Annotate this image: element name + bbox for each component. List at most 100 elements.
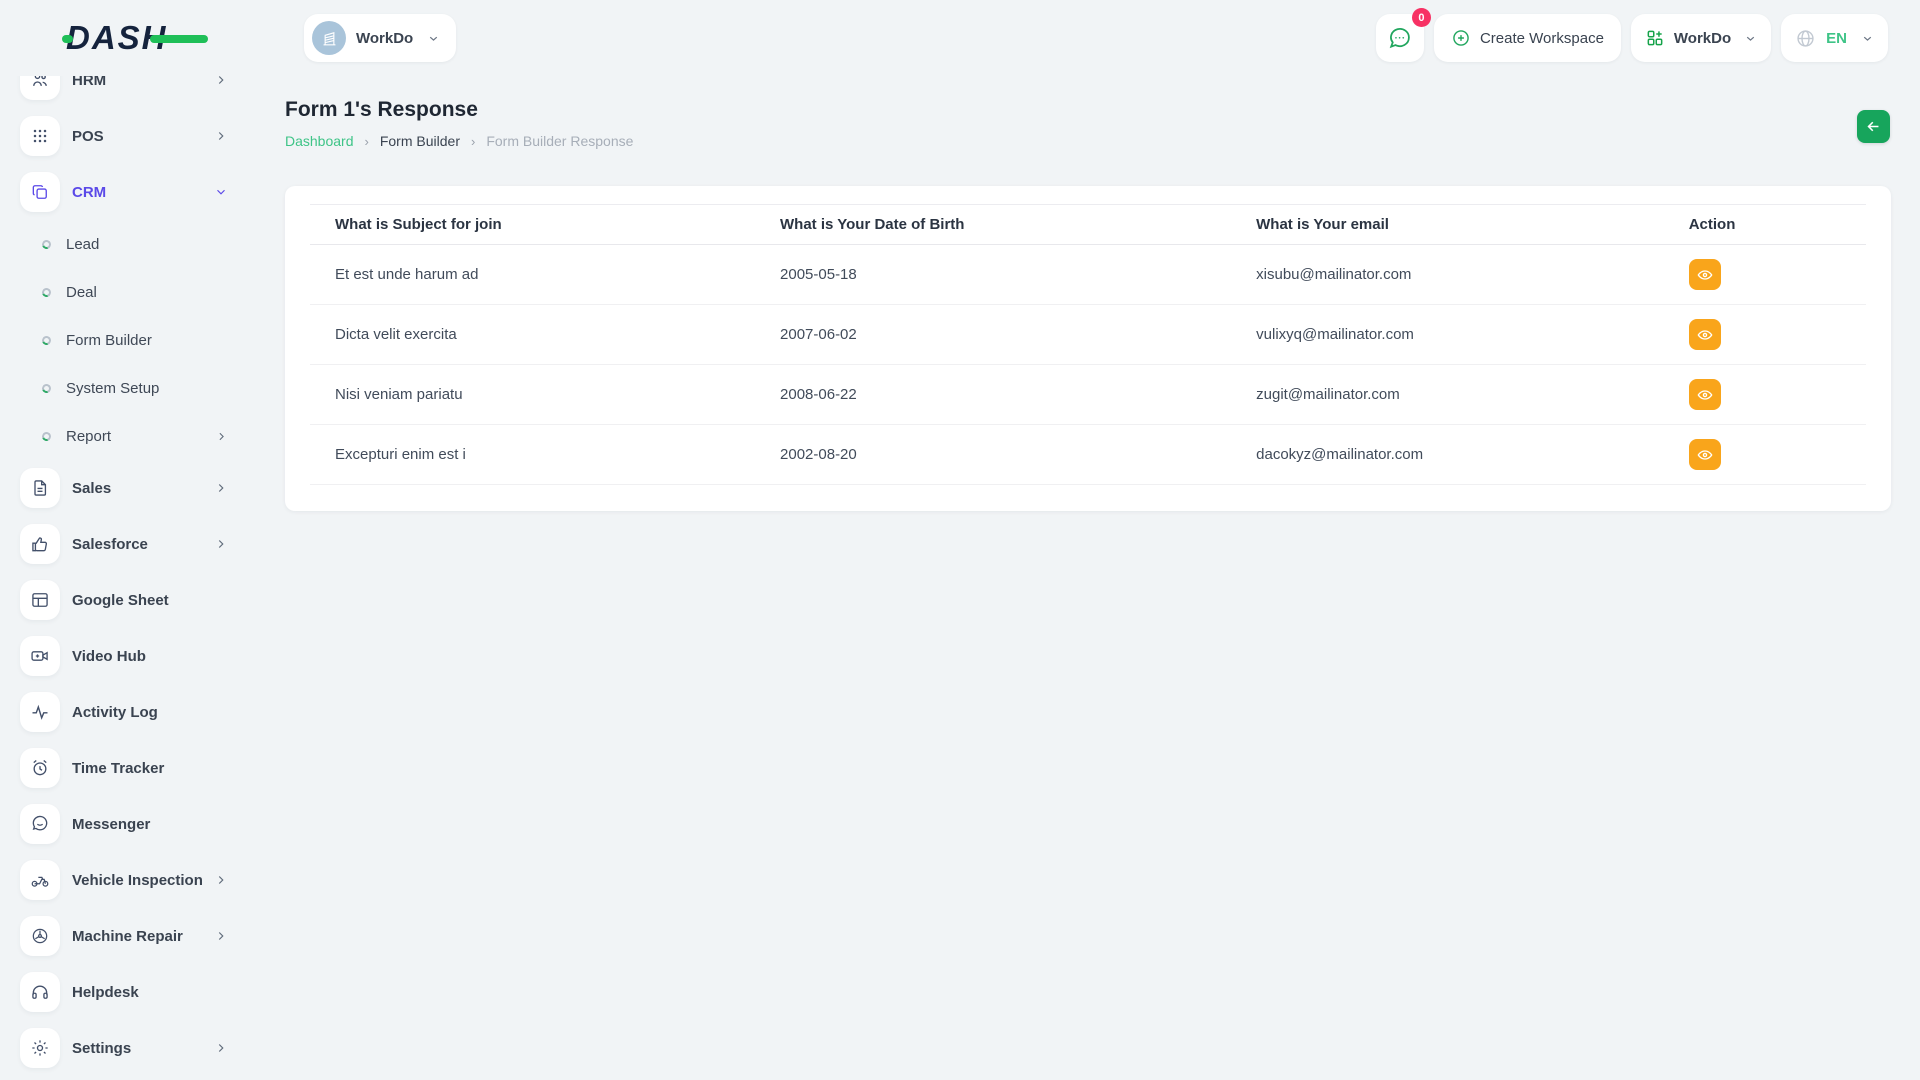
workspace-name: WorkDo (356, 30, 413, 47)
sidebar-item-settings[interactable]: Settings (0, 1020, 248, 1076)
sidebar-item-label: Form Builder (66, 332, 152, 349)
sidebar-item-label: Lead (66, 236, 99, 253)
sidebar-item-vehicle-inspection[interactable]: Vehicle Inspection (0, 852, 248, 908)
breadcrumb-form-builder[interactable]: Form Builder (380, 133, 460, 149)
topbar: DASH WorkDo 0 Create Works (0, 0, 1920, 76)
logo-green-dash (62, 35, 73, 43)
table-row: Nisi veniam pariatu 2008-06-22 zugit@mai… (310, 365, 1866, 425)
messages-count-badge: 0 (1412, 8, 1431, 27)
breadcrumb-dashboard[interactable]: Dashboard (285, 133, 354, 149)
cell-subject: Dicta velit exercita (310, 305, 755, 365)
sidebar-item-machine-repair[interactable]: Machine Repair (0, 908, 248, 964)
language-selector[interactable]: EN (1781, 14, 1888, 62)
sidebar-item-report[interactable]: Report (0, 412, 248, 460)
create-workspace-button[interactable]: Create Workspace (1434, 14, 1621, 62)
sidebar-item-system-setup[interactable]: System Setup (0, 364, 248, 412)
pos-icon (20, 116, 60, 156)
crm-icon (20, 172, 60, 212)
bullet-icon (41, 238, 53, 250)
cell-email: vulixyq@mailinator.com (1231, 305, 1664, 365)
chevron-right-icon (214, 129, 228, 143)
chevron-down-icon (427, 32, 440, 45)
messages-button[interactable]: 0 (1376, 14, 1424, 62)
chevron-right-icon (214, 481, 228, 495)
view-response-button[interactable] (1689, 259, 1721, 290)
headphones-icon (20, 972, 60, 1012)
create-workspace-label: Create Workspace (1480, 30, 1604, 47)
globe-icon (1795, 28, 1816, 49)
eye-icon (1697, 327, 1713, 343)
view-response-button[interactable] (1689, 319, 1721, 350)
fan-icon (20, 916, 60, 956)
video-camera-icon (20, 636, 60, 676)
sidebar-item-label: Video Hub (72, 648, 146, 665)
chevron-right-icon (214, 929, 228, 943)
breadcrumb: Dashboard › Form Builder › Form Builder … (285, 133, 633, 149)
workspace-selector[interactable]: WorkDo (304, 14, 456, 62)
logo-green-bar (150, 35, 208, 43)
spreadsheet-icon (20, 580, 60, 620)
cell-email: dacokyz@mailinator.com (1231, 425, 1664, 485)
back-button[interactable] (1857, 110, 1890, 143)
chevron-right-icon (214, 1041, 228, 1055)
sidebar: HRM POS CRM Lead Deal Fo (0, 52, 248, 1076)
sidebar-item-label: Helpdesk (72, 984, 139, 1001)
thumbs-up-icon (20, 524, 60, 564)
sidebar-item-sales[interactable]: Sales (0, 460, 248, 516)
table-row: Excepturi enim est i 2002-08-20 dacokyz@… (310, 425, 1866, 485)
breadcrumb-separator: › (471, 134, 475, 149)
responses-card: What is Subject for join What is Your Da… (285, 186, 1891, 511)
cell-date-of-birth: 2008-06-22 (755, 365, 1231, 425)
sidebar-item-video-hub[interactable]: Video Hub (0, 628, 248, 684)
cell-email: zugit@mailinator.com (1231, 365, 1664, 425)
bullet-icon (41, 334, 53, 346)
messenger-icon (20, 804, 60, 844)
view-response-button[interactable] (1689, 379, 1721, 410)
workspace-menu-label: WorkDo (1674, 30, 1731, 47)
breadcrumb-separator: › (365, 134, 369, 149)
header-subject: What is Subject for join (310, 205, 755, 245)
sales-icon (20, 468, 60, 508)
sidebar-item-form-builder[interactable]: Form Builder (0, 316, 248, 364)
sidebar-item-label: Activity Log (72, 704, 158, 721)
sidebar-item-messenger[interactable]: Messenger (0, 796, 248, 852)
sidebar-item-activity-log[interactable]: Activity Log (0, 684, 248, 740)
page-title: Form 1's Response (285, 98, 478, 122)
cell-email: xisubu@mailinator.com (1231, 245, 1664, 305)
cell-subject: Excepturi enim est i (310, 425, 755, 485)
app-logo[interactable]: DASH (66, 18, 206, 58)
view-response-button[interactable] (1689, 439, 1721, 470)
workspace-menu[interactable]: WorkDo (1631, 14, 1771, 62)
header-email: What is Your email (1231, 205, 1664, 245)
sidebar-item-deal[interactable]: Deal (0, 268, 248, 316)
cell-subject: Nisi veniam pariatu (310, 365, 755, 425)
building-icon (320, 29, 339, 48)
sidebar-item-label: CRM (72, 184, 106, 201)
responses-table: What is Subject for join What is Your Da… (310, 204, 1866, 485)
sidebar-item-label: Vehicle Inspection (72, 872, 203, 889)
sidebar-item-salesforce[interactable]: Salesforce (0, 516, 248, 572)
cell-date-of-birth: 2002-08-20 (755, 425, 1231, 485)
sidebar-item-google-sheet[interactable]: Google Sheet (0, 572, 248, 628)
arrow-left-icon (1865, 118, 1882, 135)
breadcrumb-current: Form Builder Response (486, 133, 633, 149)
sidebar-item-label: Settings (72, 1040, 131, 1057)
sidebar-item-lead[interactable]: Lead (0, 220, 248, 268)
sidebar-item-label: Report (66, 428, 111, 445)
header-date-of-birth: What is Your Date of Birth (755, 205, 1231, 245)
sidebar-item-label: Sales (72, 480, 111, 497)
table-row: Et est unde harum ad 2005-05-18 xisubu@m… (310, 245, 1866, 305)
chevron-right-icon (214, 873, 228, 887)
chevron-down-icon (214, 185, 228, 199)
bullet-icon (41, 430, 53, 442)
sidebar-item-helpdesk[interactable]: Helpdesk (0, 964, 248, 1020)
sidebar-item-crm[interactable]: CRM (0, 164, 248, 220)
sidebar-item-time-tracker[interactable]: Time Tracker (0, 740, 248, 796)
chevron-right-icon (214, 537, 228, 551)
sidebar-item-label: System Setup (66, 380, 159, 397)
eye-icon (1697, 387, 1713, 403)
sidebar-item-pos[interactable]: POS (0, 108, 248, 164)
table-header-row: What is Subject for join What is Your Da… (310, 205, 1866, 245)
eye-icon (1697, 267, 1713, 283)
gear-icon (20, 1028, 60, 1068)
